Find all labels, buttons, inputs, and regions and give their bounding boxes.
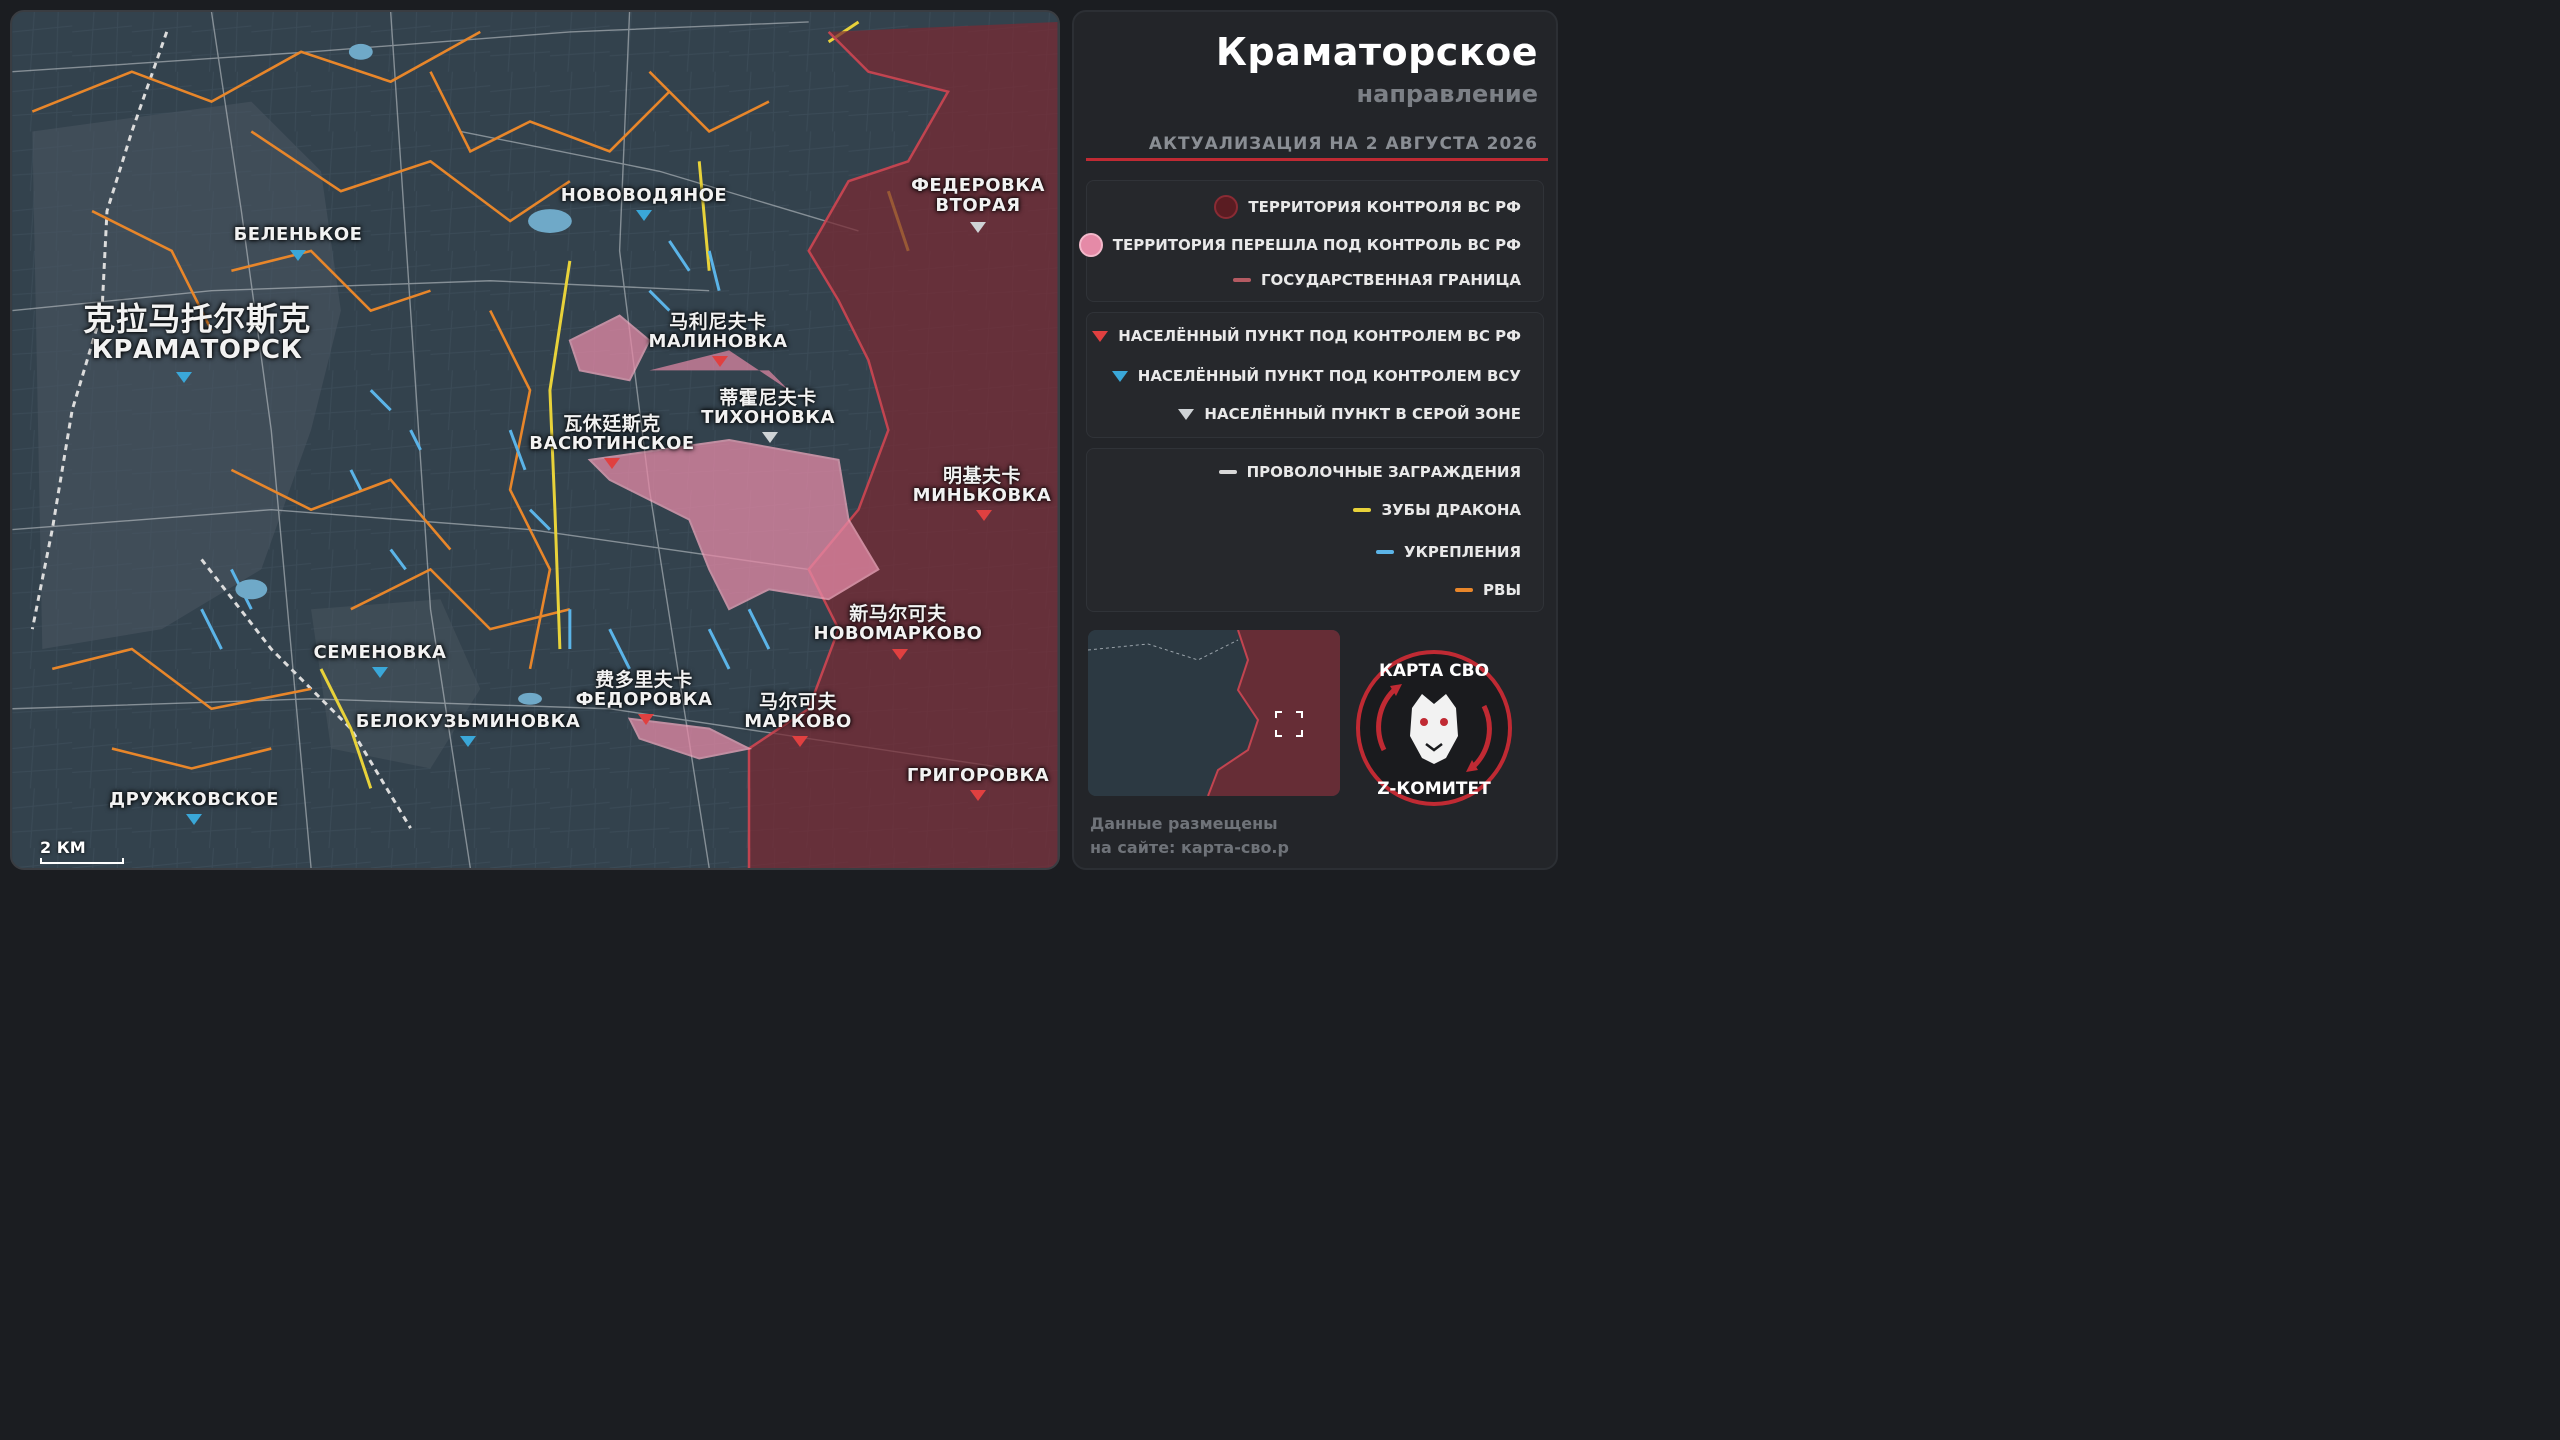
settlement-belokuzminovka[interactable]: БЕЛОКУЗЬМИНОВКА bbox=[356, 712, 581, 732]
logo-emblem: КАРТА СВО Z-КОМИТЕТ bbox=[1356, 650, 1512, 806]
ditch-line-icon bbox=[1455, 588, 1474, 592]
logo-top-text: КАРТА СВО bbox=[1379, 661, 1489, 681]
accent-divider bbox=[1086, 158, 1548, 161]
z-committee-logo: КАРТА СВО Z-КОМИТЕТ bbox=[1354, 640, 1514, 840]
update-date: АКТУАЛИЗАЦИЯ НА 2 АВГУСТА 2026 bbox=[1148, 134, 1538, 154]
marker-novomarkovo bbox=[892, 649, 908, 660]
legend-item-rf-territory: ТЕРРИТОРИЯ КОНТРОЛЯ ВС РФ bbox=[1214, 195, 1521, 219]
settlement-kramatorsk[interactable]: 克拉马托尔斯克 КРАМАТОРСК bbox=[83, 302, 311, 364]
legend-item-rf-settlement: НАСЕЛЁННЫЙ ПУНКТ ПОД КОНТРОЛЕМ ВС РФ bbox=[1092, 327, 1521, 345]
wire-line-icon bbox=[1218, 470, 1237, 474]
footer-line-1: Данные размещены bbox=[1090, 814, 1278, 833]
legend-lines: ПРОВОЛОЧНЫЕ ЗАГРАЖДЕНИЯ ЗУБЫ ДРАКОНА УКР… bbox=[1086, 448, 1544, 612]
footer-line-2[interactable]: на сайте: карта-сво.р bbox=[1090, 836, 1289, 860]
legend-item-border: ГОСУДАРСТВЕННАЯ ГРАНИЦА bbox=[1232, 271, 1521, 289]
legend-settlements: НАСЕЛЁННЫЙ ПУНКТ ПОД КОНТРОЛЕМ ВС РФ НАС… bbox=[1086, 312, 1544, 438]
map-view[interactable]: 克拉马托尔斯克 КРАМАТОРСК БЕЛЕНЬКОЕ НОВОВОДЯНОЕ… bbox=[10, 10, 1060, 870]
legend-item-dragon-teeth: ЗУБЫ ДРАКОНА bbox=[1353, 501, 1521, 519]
marker-novovodyanoe bbox=[636, 210, 652, 221]
settlement-fedorovka[interactable]: 费多里夫卡 ФЕДОРОВКА bbox=[576, 670, 713, 710]
settlement-minkovka[interactable]: 明基夫卡 МИНЬКОВКА bbox=[913, 466, 1052, 506]
settlement-malinovka[interactable]: 马利尼夫卡 МАЛИНОВКА bbox=[648, 312, 787, 352]
settlement-novovodyanoe[interactable]: НОВОВОДЯНОЕ bbox=[561, 186, 727, 206]
marker-grigorovka bbox=[970, 790, 986, 801]
settlement-druzhkovskoe[interactable]: ДРУЖКОВСКОЕ bbox=[109, 790, 279, 810]
pink-circle-icon bbox=[1078, 233, 1103, 257]
page-title: Краматорское bbox=[1215, 30, 1538, 74]
dark-red-circle-icon bbox=[1214, 195, 1239, 219]
legend-item-vsu-settlement: НАСЕЛЁННЫЙ ПУНКТ ПОД КОНТРОЛЕМ ВСУ bbox=[1111, 367, 1521, 385]
dragon-teeth-line-icon bbox=[1353, 508, 1372, 512]
settlement-vasyutinskoe[interactable]: 瓦休廷斯克 ВАСЮТИНСКОЕ bbox=[529, 414, 694, 454]
marker-druzhkovskoe bbox=[186, 814, 202, 825]
marker-fedorovka-vtoraya bbox=[970, 222, 986, 233]
legend-item-grey-settlement: НАСЕЛЁННЫЙ ПУНКТ В СЕРОЙ ЗОНЕ bbox=[1178, 405, 1521, 423]
marker-belokuzminovka bbox=[460, 736, 476, 747]
minimap-canvas bbox=[1088, 630, 1340, 796]
marker-belenkoe bbox=[290, 250, 306, 261]
legend-item-wire: ПРОВОЛОЧНЫЕ ЗАГРАЖДЕНИЯ bbox=[1218, 463, 1521, 481]
scale-label: 2 КМ bbox=[40, 838, 86, 857]
settlement-fedorovka-vtoraya[interactable]: ФЕДЕРОВКА ВТОРАЯ bbox=[903, 176, 1053, 216]
border-line-icon bbox=[1232, 278, 1251, 282]
overview-minimap[interactable] bbox=[1088, 630, 1340, 796]
marker-minkovka bbox=[976, 510, 992, 521]
marker-kramatorsk bbox=[176, 372, 192, 383]
settlement-grigorovka[interactable]: ГРИГОРОВКА bbox=[907, 766, 1049, 786]
marker-vasyutinskoe bbox=[604, 458, 620, 469]
legend-panel: Краматорское направление АКТУАЛИЗАЦИЯ НА… bbox=[1072, 10, 1558, 870]
red-triangle-icon bbox=[1092, 330, 1109, 342]
legend-item-ditches: РВЫ bbox=[1455, 581, 1521, 599]
settlement-belenkoe[interactable]: БЕЛЕНЬКОЕ bbox=[234, 225, 363, 245]
legend-item-new-territory: ТЕРРИТОРИЯ ПЕРЕШЛА ПОД КОНТРОЛЬ ВС РФ bbox=[1078, 233, 1521, 257]
blue-triangle-icon bbox=[1111, 370, 1128, 382]
settlement-semenovka[interactable]: СЕМЕНОВКА bbox=[314, 643, 447, 663]
scale-bar bbox=[40, 858, 124, 864]
legend-territory: ТЕРРИТОРИЯ КОНТРОЛЯ ВС РФ ТЕРРИТОРИЯ ПЕР… bbox=[1078, 180, 1544, 302]
settlement-novomarkovo[interactable]: 新马尔可夫 НОВОМАРКОВО bbox=[814, 604, 983, 644]
legend-item-fortifications: УКРЕПЛЕНИЯ bbox=[1376, 543, 1521, 561]
logo-bottom-text: Z-КОМИТЕТ bbox=[1377, 779, 1491, 799]
marker-fedorovka bbox=[638, 714, 654, 725]
marker-markovo bbox=[792, 736, 808, 747]
settlement-markovo[interactable]: 马尔可夫 МАРКОВО bbox=[744, 692, 852, 732]
page-subtitle: направление bbox=[1356, 80, 1538, 108]
footer-credit: Данные размещены на сайте: карта-сво.р bbox=[1090, 812, 1289, 860]
marker-tikhonovka bbox=[762, 432, 778, 443]
marker-semenovka bbox=[372, 667, 388, 678]
marker-malinovka bbox=[712, 356, 728, 367]
grey-triangle-icon bbox=[1178, 408, 1195, 420]
fortification-line-icon bbox=[1376, 550, 1395, 554]
settlement-tikhonovka[interactable]: 蒂霍尼夫卡 ТИХОНОВКА bbox=[701, 388, 835, 428]
